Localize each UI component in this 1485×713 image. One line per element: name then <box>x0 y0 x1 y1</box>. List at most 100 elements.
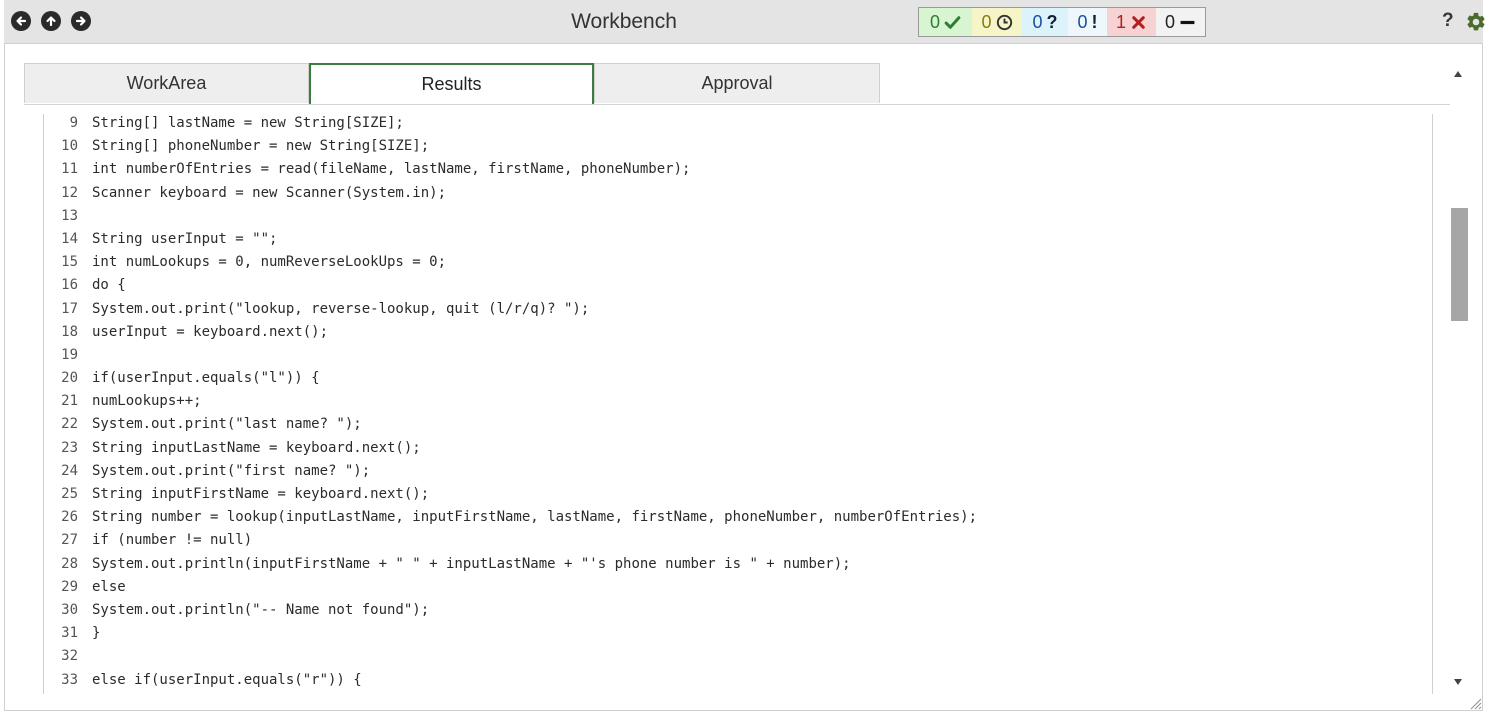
tab-results[interactable]: Results <box>309 63 594 104</box>
code-text: String number = lookup(inputLastName, in… <box>92 509 978 526</box>
code-line: 23 String inputLastName = keyboard.next()… <box>44 437 1432 460</box>
code-text: System.out.print("last name? "); <box>92 416 362 433</box>
line-number: 28 <box>61 555 78 572</box>
code-line: 31} <box>44 622 1432 645</box>
code-line: 32 <box>44 645 1432 668</box>
code-line: 10 String[] phoneNumber = new String[SIZE… <box>44 135 1432 158</box>
back-button[interactable] <box>11 11 31 31</box>
code-line: 17 System.out.print("lookup, reverse-look… <box>44 298 1432 321</box>
line-number: 18 <box>61 323 78 340</box>
line-number: 27 <box>61 532 78 549</box>
line-number: 11 <box>61 161 78 178</box>
code-text: numLookups++; <box>92 393 202 410</box>
line-number: 10 <box>61 138 78 155</box>
vertical-scrollbar[interactable] <box>1450 63 1469 691</box>
line-number: 31 <box>61 625 78 642</box>
code-text: if (number != null) <box>92 532 253 549</box>
code-text: System.out.println("-- Name not found"); <box>92 601 430 618</box>
line-number: 13 <box>61 207 78 224</box>
code-text: String inputLastName = keyboard.next(); <box>92 439 421 456</box>
line-number: 14 <box>61 230 78 247</box>
code-lines: 9 String[] lastName = new String[SIZE]; 10… <box>44 114 1432 692</box>
status-passed[interactable]: 0 <box>919 8 972 36</box>
code-text: else if(userInput.equals("r")) { <box>92 671 362 688</box>
line-number: 33 <box>61 671 78 688</box>
code-text: userInput = keyboard.next(); <box>92 323 329 340</box>
up-button[interactable] <box>41 11 61 31</box>
code-line: 9 String[] lastName = new String[SIZE]; <box>44 114 1432 135</box>
line-number: 19 <box>61 346 78 363</box>
code-text: System.out.print("first name? "); <box>92 462 371 479</box>
line-number: 25 <box>61 486 78 502</box>
status-pending[interactable]: 0 <box>972 8 1022 36</box>
code-line: 22 System.out.print("last name? "); <box>44 413 1432 436</box>
line-number: 20 <box>61 370 78 387</box>
code-line: 12 Scanner keyboard = new Scanner(System.… <box>44 182 1432 205</box>
code-text: String inputFirstName = keyboard.next(); <box>92 486 430 502</box>
arrow-up-circle-icon <box>46 16 56 27</box>
title-bar: Workbench 0 0 0 ? 0 ! 1 0 ? <box>4 0 1485 44</box>
line-number: 17 <box>61 300 78 317</box>
scroll-thumb[interactable] <box>1451 208 1468 321</box>
gear-icon[interactable] <box>1465 11 1485 33</box>
code-viewer[interactable]: 9 String[] lastName = new String[SIZE]; 10… <box>43 114 1433 694</box>
forward-button[interactable] <box>71 11 91 31</box>
code-line: 29 else <box>44 576 1432 599</box>
code-text: int numLookups = 0, numReverseLookUps = … <box>92 254 447 271</box>
code-line: 18 userInput = keyboard.next(); <box>44 321 1432 344</box>
code-text: String[] lastName = new String[SIZE]; <box>92 115 404 131</box>
cross-icon <box>1132 15 1145 29</box>
tab-approval[interactable]: Approval <box>594 63 880 103</box>
status-none[interactable]: 0 <box>1156 8 1205 36</box>
failed-count: 1 <box>1115 11 1126 32</box>
status-summary: 0 0 0 ? 0 ! 1 0 <box>918 7 1206 37</box>
code-line: 25 String inputFirstName = keyboard.next(… <box>44 483 1432 506</box>
line-number: 22 <box>61 416 78 433</box>
code-line: 24 System.out.print("first name? "); <box>44 460 1432 483</box>
dash-icon <box>1180 20 1195 24</box>
arrow-left-circle-icon <box>16 16 27 26</box>
code-line: 14 String userInput = ""; <box>44 228 1432 251</box>
code-line: 33 else if(userInput.equals("r")) { <box>44 669 1432 692</box>
none-count: 0 <box>1164 11 1175 32</box>
code-line: 11 int numberOfEntries = read(fileName, l… <box>44 158 1432 181</box>
code-line: 21 numLookups++; <box>44 390 1432 413</box>
line-number: 32 <box>61 648 78 665</box>
window-title: Workbench <box>571 10 677 33</box>
code-line: 28 System.out.println(inputFirstName + " … <box>44 553 1432 576</box>
code-line: 27 if (number != null) <box>44 529 1432 552</box>
code-text: String[] phoneNumber = new String[SIZE]; <box>92 138 430 155</box>
code-text: int numberOfEntries = read(fileName, las… <box>92 161 691 178</box>
help-button[interactable]: ? <box>1442 10 1454 32</box>
code-text: Scanner keyboard = new Scanner(System.in… <box>92 184 447 201</box>
resize-grip-icon[interactable] <box>1466 694 1482 710</box>
status-failed[interactable]: 1 <box>1107 8 1156 36</box>
code-text: if(userInput.equals("l")) { <box>92 370 320 387</box>
code-line: 13 <box>44 205 1432 228</box>
line-number: 26 <box>61 509 78 526</box>
code-text: String userInput = ""; <box>92 230 278 247</box>
passed-count: 0 <box>929 11 940 32</box>
tab-workarea[interactable]: WorkArea <box>24 63 309 103</box>
code-text: do { <box>92 277 126 294</box>
scroll-up-arrow-icon[interactable] <box>1454 71 1462 77</box>
alerts-count: 0 <box>1077 11 1088 32</box>
status-unknown[interactable]: 0 ? <box>1022 8 1068 36</box>
code-line: 26 String number = lookup(inputLastName, … <box>44 506 1432 529</box>
code-text: System.out.println(inputFirstName + " " … <box>92 555 851 572</box>
status-alerts[interactable]: 0 ! <box>1068 8 1107 36</box>
tab-divider <box>24 104 1450 105</box>
line-number: 15 <box>61 254 78 271</box>
line-number: 16 <box>61 277 78 294</box>
line-number: 23 <box>61 439 78 456</box>
arrow-right-circle-icon <box>75 16 86 26</box>
code-line: 20 if(userInput.equals("l")) { <box>44 367 1432 390</box>
code-line: 16 do { <box>44 274 1432 297</box>
code-line: 30 System.out.println("-- Name not found"… <box>44 599 1432 622</box>
pending-count: 0 <box>981 11 992 32</box>
line-number: 24 <box>61 462 78 479</box>
code-line: 15 int numLookups = 0, numReverseLookUps … <box>44 251 1432 274</box>
scroll-down-arrow-icon[interactable] <box>1454 679 1462 685</box>
line-number: 21 <box>61 393 78 410</box>
unknown-count: 0 <box>1032 11 1043 32</box>
